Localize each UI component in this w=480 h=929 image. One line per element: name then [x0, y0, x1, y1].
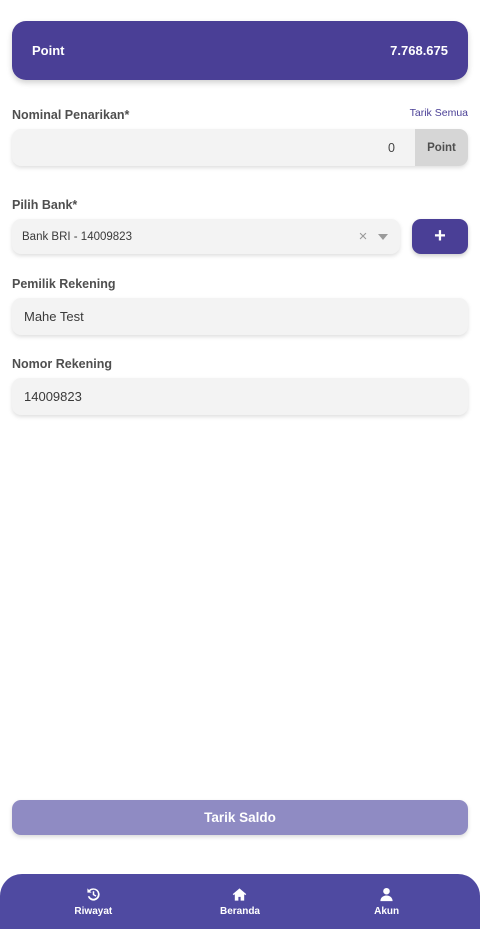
add-bank-button[interactable]: +: [412, 219, 468, 254]
balance-label: Point: [32, 43, 65, 58]
withdrawal-amount-label: Nominal Penarikan*: [12, 108, 130, 122]
withdrawal-amount-input[interactable]: 0: [12, 141, 415, 155]
bank-select[interactable]: Bank BRI - 14009823 ×: [12, 219, 400, 254]
plus-icon: +: [434, 225, 446, 247]
amount-unit-label: Point: [415, 129, 468, 166]
account-owner-label: Pemilik Rekening: [12, 277, 116, 291]
balance-value: 7.768.675: [390, 43, 448, 58]
clear-icon[interactable]: ×: [356, 229, 370, 244]
account-number-label: Nomor Rekening: [12, 357, 113, 371]
withdraw-balance-button[interactable]: Tarik Saldo: [12, 800, 468, 835]
bank-selected-value: Bank BRI - 14009823: [22, 230, 132, 243]
nav-item-akun[interactable]: Akun: [332, 887, 442, 917]
account-owner-value: Mahe Test: [24, 309, 84, 324]
bottom-nav: Riwayat Beranda Akun: [0, 874, 480, 929]
user-icon: [380, 887, 393, 901]
nav-label: Akun: [374, 905, 400, 917]
nav-item-riwayat[interactable]: Riwayat: [38, 887, 148, 917]
withdrawal-amount-field[interactable]: 0 Point: [12, 129, 468, 166]
account-number-value: 14009823: [24, 389, 82, 404]
balance-card: Point 7.768.675: [12, 21, 468, 80]
withdraw-balance-label: Tarik Saldo: [204, 810, 276, 825]
nav-item-beranda[interactable]: Beranda: [185, 887, 295, 917]
home-icon: [233, 887, 247, 901]
bank-select-label: Pilih Bank*: [12, 198, 78, 212]
account-number-field[interactable]: 14009823: [12, 378, 468, 415]
nav-label: Riwayat: [74, 905, 113, 917]
history-icon: [87, 887, 100, 901]
chevron-down-icon[interactable]: [378, 233, 388, 240]
account-owner-field[interactable]: Mahe Test: [12, 298, 468, 335]
withdraw-all-link[interactable]: Tarik Semua: [410, 107, 468, 119]
nav-label: Beranda: [219, 905, 260, 917]
